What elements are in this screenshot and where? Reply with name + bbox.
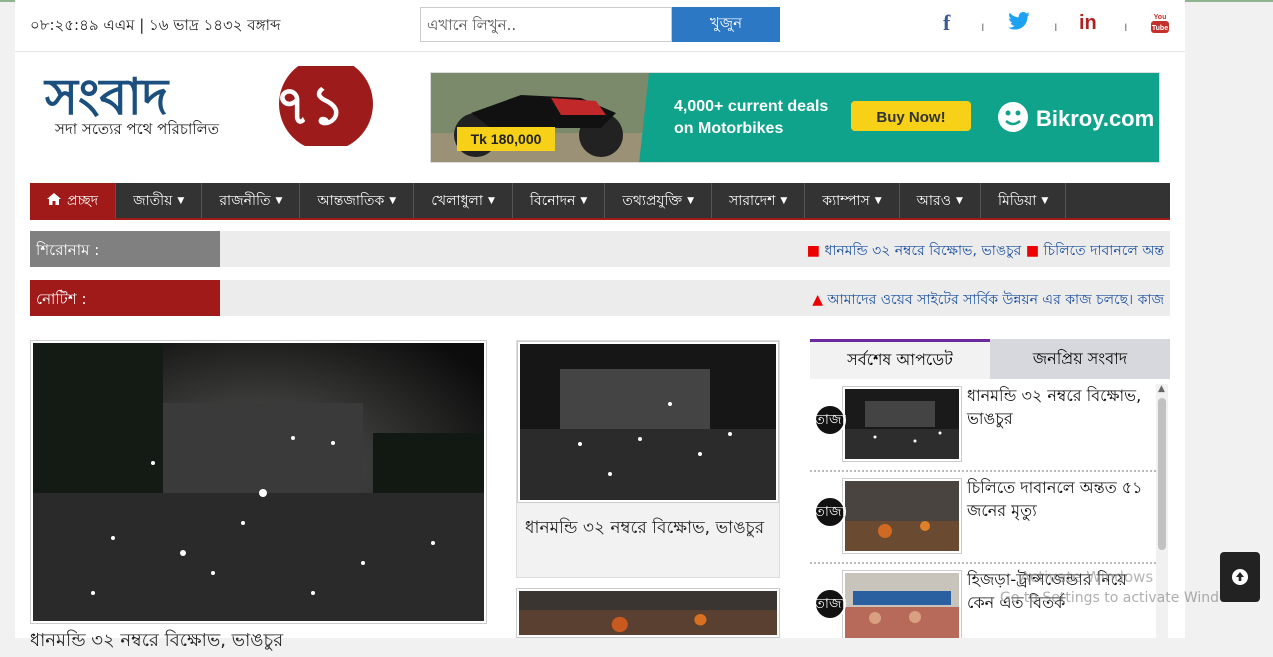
- news-card-image[interactable]: [516, 588, 780, 638]
- nav-label: খেলাধুলা: [431, 192, 483, 209]
- main-navigation: প্রচ্ছদ জাতীয় ▼ রাজনীতি ▼ আন্তজাতিক ▼ খেলা…: [30, 183, 1170, 220]
- linkedin-icon[interactable]: in: [1079, 12, 1097, 35]
- nav-item-international[interactable]: আন্তজাতিক ▼: [300, 183, 415, 218]
- notice-ticker-track: ▲ আমাদের ওয়েব সাইটের সার্বিক উন্নয়ন এর…: [220, 280, 1170, 316]
- caret-down-icon: ▼: [580, 195, 588, 206]
- lead-story-title[interactable]: ধানমন্ডি ৩২ নম্বরে বিক্ষোভ, ভাঙচুর: [30, 626, 283, 657]
- notice-ticker: নোটিশ : ▲ আমাদের ওয়েব সাইটের সার্বিক উন…: [30, 280, 1170, 316]
- list-item[interactable]: তাজা চিলিতে দাবানলে অন্তত ৫১ জনের মৃত্যু: [810, 472, 1156, 564]
- caret-down-icon: ▼: [687, 195, 695, 206]
- top-bar: ০৮:২৫:৪৯ এএম | ১৬ ভাদ্র ১৪৩২ বঙ্গাব্দ খু…: [15, 2, 1185, 52]
- social-separator: ।: [980, 20, 985, 34]
- side-news-title[interactable]: ধানমন্ডি ৩২ নম্বরে বিক্ষোভ, ভাঙচুর: [967, 384, 1157, 430]
- nav-item-entertainment[interactable]: বিনোদন ▼: [513, 183, 606, 218]
- bikroy-logo-icon: [998, 102, 1028, 132]
- caret-down-icon: ▼: [1041, 195, 1049, 206]
- logo-number: ৭১: [275, 74, 345, 137]
- headline-ticker-track: ■ ধানমন্ডি ৩২ নম্বরে বিক্ষোভ, ভাঙচুর ■ চ…: [220, 231, 1170, 267]
- facebook-icon[interactable]: f: [943, 10, 950, 36]
- caret-down-icon: ▼: [389, 195, 397, 206]
- headline-ticker: শিরোনাম : ■ ধানমন্ডি ৩২ নম্বরে বিক্ষোভ, …: [30, 231, 1170, 267]
- warning-icon: ▲: [812, 292, 823, 308]
- side-news-title[interactable]: চিলিতে দাবানলে অন্তত ৫১ জনের মৃত্যু: [967, 476, 1157, 522]
- nav-item-country[interactable]: সারাদেশ ▼: [712, 183, 806, 218]
- banner-line2: on Motorbikes: [674, 120, 783, 137]
- banner-brand: Bikroy.com: [1036, 106, 1154, 131]
- nav-label: সারাদেশ: [729, 192, 776, 209]
- svg-text:You: You: [1154, 14, 1167, 21]
- tab-popular[interactable]: জনপ্রিয় সংবাদ: [990, 339, 1170, 379]
- fresh-badge: তাজা: [814, 404, 846, 436]
- notice-text[interactable]: আমাদের ওয়েব সাইটের সার্বিক উন্নয়ন এর ক…: [827, 292, 1164, 308]
- nav-label: তথ্যপ্রযুক্তি: [622, 192, 683, 209]
- search-input[interactable]: [420, 7, 672, 42]
- caret-down-icon: ▼: [275, 195, 283, 206]
- logo-tagline: সদা সত্যের পথে পরিচালিত: [54, 120, 220, 138]
- square-bullet-icon: ■: [806, 243, 821, 259]
- news-thumbnail[interactable]: [842, 478, 962, 554]
- social-separator: ।: [1123, 20, 1128, 34]
- caret-down-icon: ▼: [780, 195, 788, 206]
- svg-text:Tube: Tube: [1152, 25, 1168, 32]
- caret-down-icon: ▼: [956, 195, 963, 206]
- nav-label: আন্তজাতিক: [317, 192, 385, 209]
- banner-price: Tk 180,000: [471, 131, 542, 147]
- ticker-headline-link[interactable]: ধানমন্ডি ৩২ নম্বরে বিক্ষোভ, ভাঙচুর: [824, 243, 1021, 259]
- nav-item-more[interactable]: আরও ▼: [900, 183, 981, 218]
- social-separator: ।: [1053, 20, 1058, 34]
- news-card-image[interactable]: [517, 341, 779, 503]
- square-bullet-icon: ■: [1025, 243, 1040, 259]
- youtube-icon[interactable]: You Tube: [1151, 10, 1169, 38]
- notice-ticker-label: নোটিশ :: [30, 280, 220, 316]
- search-button[interactable]: খুজুন: [672, 7, 780, 42]
- nav-item-home[interactable]: প্রচ্ছদ: [30, 183, 117, 218]
- banner-line1: 4,000+ current deals: [674, 98, 828, 115]
- nav-label: প্রচ্ছদ: [67, 192, 99, 209]
- arrow-up-circle-icon: [1232, 569, 1248, 585]
- nav-label: ক্যাম্পাস: [822, 192, 870, 209]
- caret-down-icon: ▼: [177, 195, 185, 206]
- news-thumbnail[interactable]: [842, 386, 962, 462]
- nav-item-media[interactable]: মিডিয়া ▼: [981, 183, 1067, 218]
- banner-cta: Buy Now!: [876, 109, 945, 126]
- nav-label: জাতীয়: [133, 192, 173, 209]
- nav-item-national[interactable]: জাতীয় ▼: [116, 183, 203, 218]
- current-datetime: ০৮:২৫:৪৯ এএম | ১৬ ভাদ্র ১৪৩২ বঙ্গাব্দ: [30, 16, 281, 34]
- fresh-badge: তাজা: [814, 588, 846, 620]
- news-card[interactable]: ধানমন্ডি ৩২ নম্বরে বিক্ষোভ, ভাঙচুর: [516, 340, 780, 578]
- nav-label: রাজনীতি: [219, 192, 271, 209]
- nav-label: আরও: [916, 192, 952, 209]
- nav-item-politics[interactable]: রাজনীতি ▼: [202, 183, 301, 218]
- activation-watermark-hint: Go to Settings to activate Windows.: [1000, 590, 1251, 606]
- site-logo[interactable]: সংবাদ ৭১ সদা সত্যের পথে পরিচালিত: [43, 57, 378, 151]
- nav-item-tech[interactable]: তথ্যপ্রযুক্তি ▼: [605, 183, 713, 218]
- list-item[interactable]: তাজা ধানমন্ডি ৩২ নম্বরে বিক্ষোভ, ভাঙচুর: [810, 380, 1156, 472]
- home-icon: [47, 192, 61, 209]
- nav-label: বিনোদন: [529, 192, 576, 209]
- tab-latest[interactable]: সর্বশেষ আপডেট: [810, 339, 990, 379]
- nav-item-campus[interactable]: ক্যাম্পাস ▼: [805, 183, 900, 218]
- news-card-title[interactable]: ধানমন্ডি ৩২ নম্বরে বিক্ষোভ, ভাঙচুর: [517, 503, 779, 554]
- logo-text: সংবাদ: [43, 68, 170, 126]
- lead-story-image[interactable]: [30, 340, 487, 624]
- nav-label: মিডিয়া: [997, 192, 1037, 209]
- activation-watermark-title: Activate Windows: [1020, 568, 1154, 586]
- scroll-up-icon[interactable]: ▲: [1158, 384, 1165, 394]
- ticker-headline-link[interactable]: চিলিতে দাবানলে অন্ত: [1044, 243, 1164, 259]
- caret-down-icon: ▼: [874, 195, 882, 206]
- caret-down-icon: ▼: [487, 195, 495, 206]
- scrollbar-thumb[interactable]: [1158, 398, 1166, 550]
- headline-ticker-label: শিরোনাম :: [30, 231, 220, 267]
- news-thumbnail[interactable]: [842, 570, 962, 638]
- nav-item-sports[interactable]: খেলাধুলা ▼: [414, 183, 513, 218]
- back-to-top-button[interactable]: [1220, 552, 1260, 602]
- twitter-icon[interactable]: [1008, 12, 1030, 34]
- fresh-badge: তাজা: [814, 496, 846, 528]
- bikroy-banner-ad[interactable]: Tk 180,000 4,000+ current deals on Motor…: [430, 72, 1160, 163]
- side-tabs: সর্বশেষ আপডেট জনপ্রিয় সংবাদ: [810, 339, 1170, 379]
